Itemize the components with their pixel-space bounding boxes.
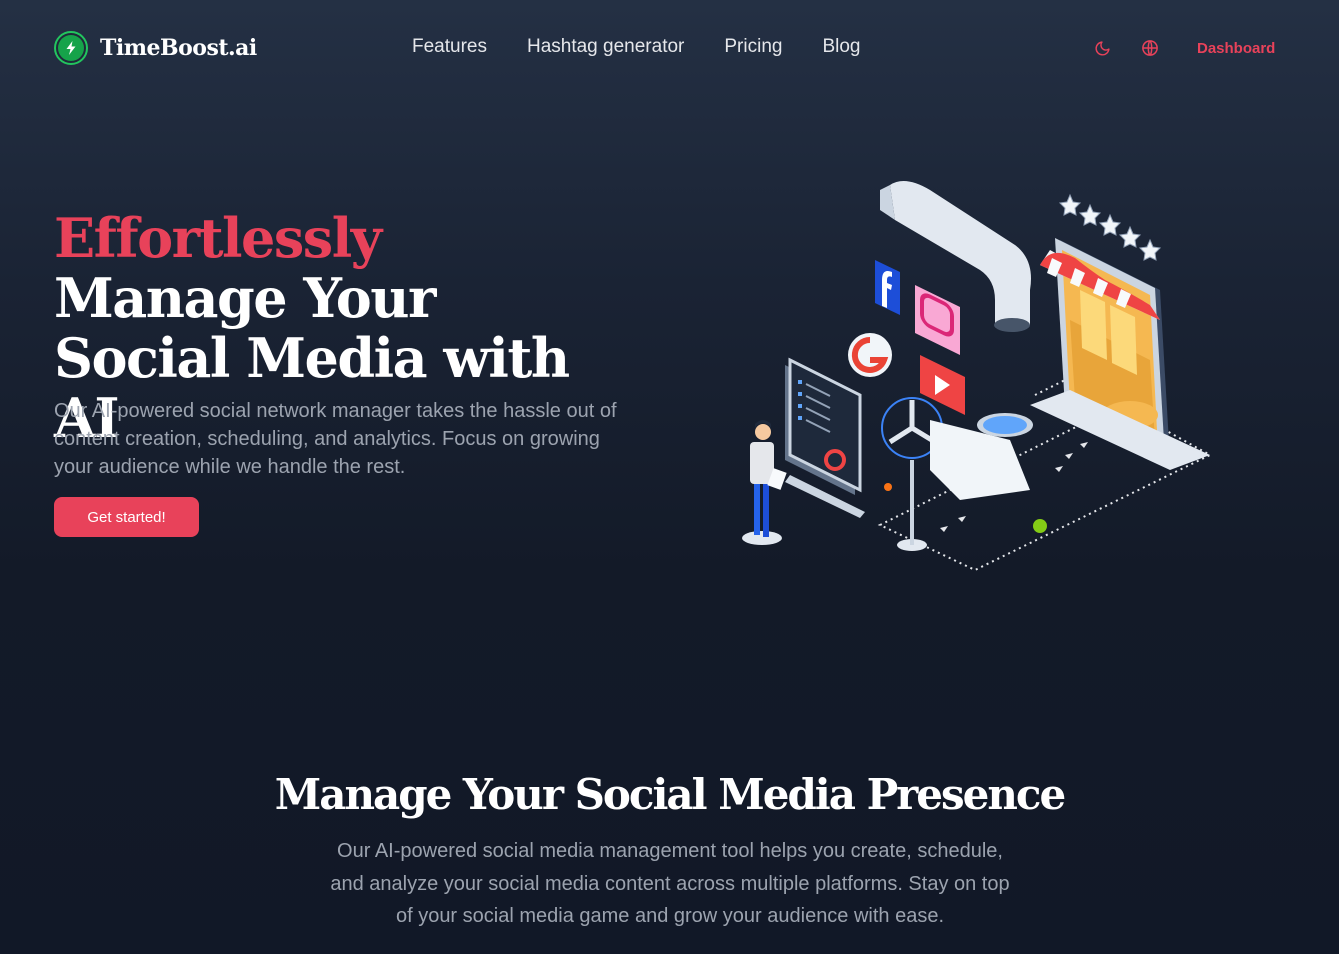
nav-link-hashtag-generator[interactable]: Hashtag generator xyxy=(527,36,684,58)
analytics-screen-illustration xyxy=(785,357,865,518)
phone-storefront-illustration xyxy=(1030,193,1210,470)
nav-link-pricing[interactable]: Pricing xyxy=(724,36,782,58)
top-navigation: TimeBoost.ai Features Hashtag generator … xyxy=(0,0,1339,96)
get-started-button[interactable]: Get started! xyxy=(54,497,199,537)
turbine-illustration xyxy=(881,397,1047,551)
section-subtitle: Our AI-powered social media management t… xyxy=(330,840,1010,927)
nav-link-features[interactable]: Features xyxy=(412,36,487,58)
social-logos-illustration xyxy=(848,260,965,415)
brand-name: TimeBoost.ai xyxy=(100,35,257,61)
moon-icon[interactable] xyxy=(1092,38,1112,58)
dashboard-link[interactable]: Dashboard xyxy=(1197,40,1275,57)
nav-actions: Dashboard xyxy=(1092,38,1275,58)
nav-link-blog[interactable]: Blog xyxy=(822,36,860,58)
section-title: Manage Your Social Media Presence xyxy=(274,770,1066,819)
globe-icon[interactable] xyxy=(1140,38,1160,58)
hero-subtitle: Our AI-powered social network manager ta… xyxy=(54,400,617,478)
hero-title-accent: Effortlessly xyxy=(54,206,382,270)
brand-logo-link[interactable]: TimeBoost.ai xyxy=(54,31,257,65)
person-illustration xyxy=(742,420,787,545)
main-menu: Features Hashtag generator Pricing Blog xyxy=(412,36,860,58)
social-media-illustration xyxy=(742,181,1213,572)
lightning-bolt-icon xyxy=(54,31,88,65)
